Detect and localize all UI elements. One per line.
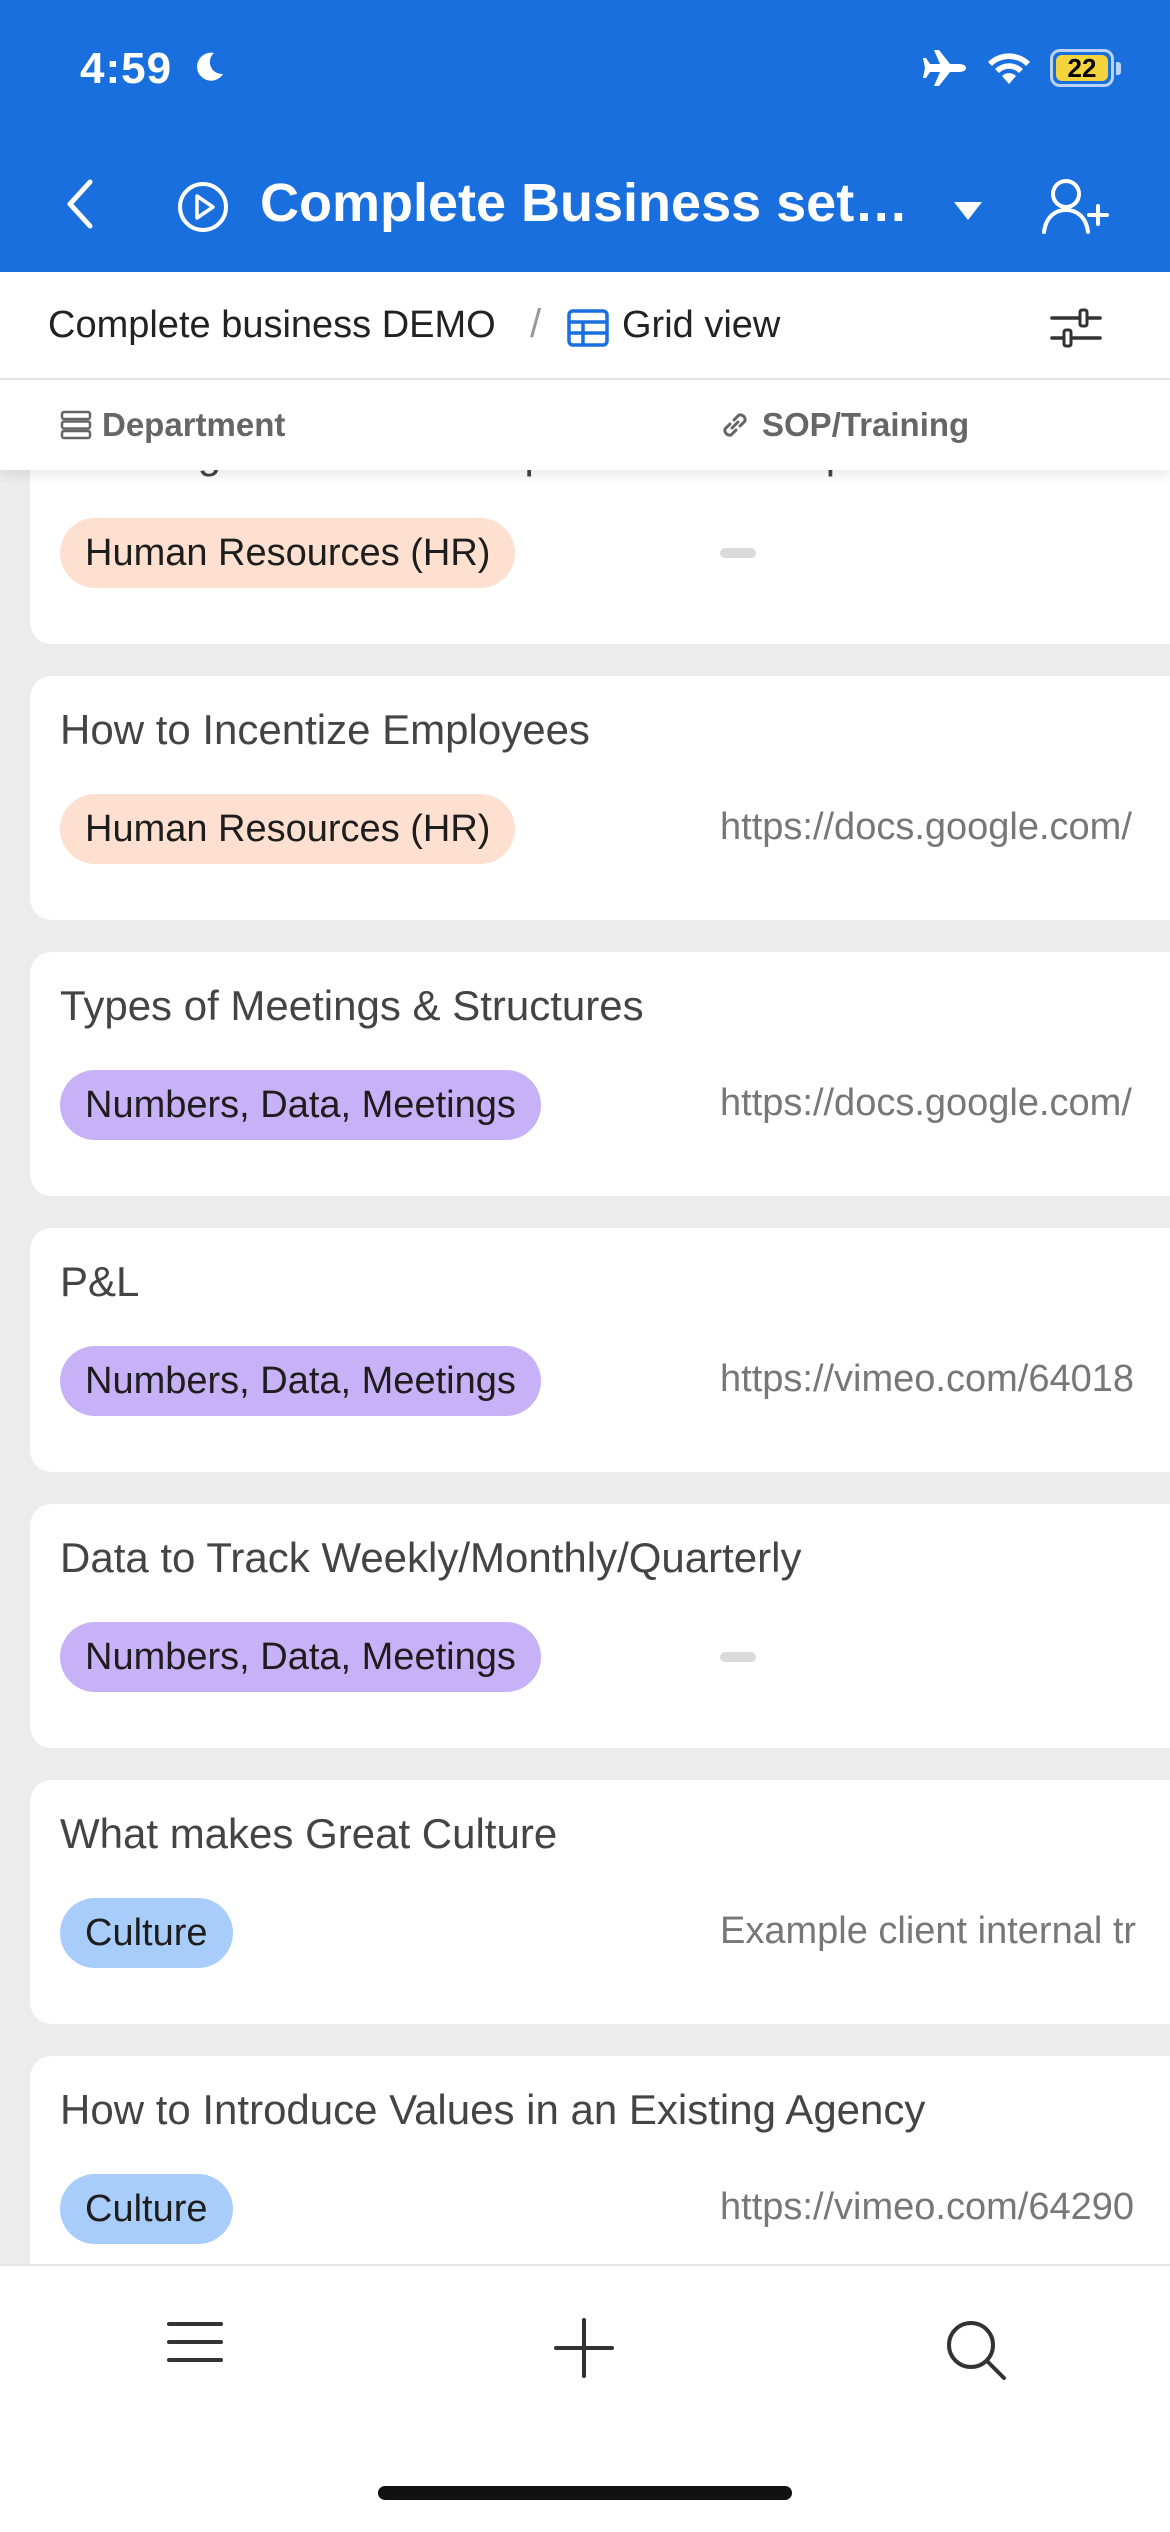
grid-view-icon	[567, 309, 609, 347]
record-title: P&L	[60, 1258, 140, 1305]
record-card[interactable]: How to Incentize Employees Human Resourc…	[30, 676, 1170, 920]
airplane-icon	[923, 50, 966, 86]
department-tag: Numbers, Data, Meetings	[60, 1346, 541, 1416]
list-field-icon	[60, 410, 92, 440]
empty-field-indicator	[720, 1652, 756, 1662]
search-icon[interactable]	[944, 2318, 1008, 2382]
home-indicator	[378, 2486, 792, 2500]
status-icons: 22	[922, 48, 1121, 88]
moon-icon	[197, 52, 223, 81]
wifi-icon	[988, 53, 1030, 84]
column-label-department: Department	[102, 406, 286, 443]
record-card[interactable]: How to Introduce Values in an Existing A…	[30, 2056, 1170, 2264]
play-circle-icon[interactable]	[176, 180, 230, 234]
record-title: How to Incentize Employees	[60, 706, 590, 753]
column-header-sop[interactable]: SOP/Training	[718, 406, 969, 444]
sop-link[interactable]: Example client internal tr	[720, 1910, 1136, 1953]
department-tag: Human Resources (HR)	[60, 518, 516, 588]
record-list: Showing team members potential career pa…	[0, 470, 1170, 2264]
filter-icon[interactable]	[1050, 308, 1102, 348]
record-title: Data to Track Weekly/Monthly/Quarterly	[60, 1534, 802, 1581]
status-time: 4:59	[80, 44, 173, 93]
department-tag: Numbers, Data, Meetings	[60, 1070, 541, 1140]
record-card[interactable]: Data to Track Weekly/Monthly/Quarterly N…	[30, 1504, 1170, 1748]
record-card[interactable]: Showing team members potential career pa…	[30, 470, 1170, 644]
battery-icon: 22	[1050, 49, 1121, 87]
top-bar: 4:59 22 Complete Business setu...	[0, 0, 1170, 272]
record-card[interactable]: P&L Numbers, Data, Meetings https://vime…	[30, 1228, 1170, 1472]
department-tag: Culture	[60, 2174, 233, 2244]
record-title: How to Introduce Values in an Existing A…	[60, 2086, 926, 2133]
breadcrumb-separator: /	[530, 302, 542, 346]
department-tag: Numbers, Data, Meetings	[60, 1622, 541, 1692]
view-selector[interactable]: Grid view	[622, 304, 780, 347]
menu-icon[interactable]	[166, 2318, 224, 2366]
record-card[interactable]: What makes Great Culture Culture Example…	[30, 1780, 1170, 2024]
back-icon[interactable]	[60, 176, 100, 232]
sop-link[interactable]: https://docs.google.com/	[720, 1082, 1132, 1125]
bottom-toolbar	[0, 2264, 1170, 2532]
empty-field-indicator	[720, 548, 756, 558]
record-title: Types of Meetings & Structures	[60, 982, 644, 1029]
base-title[interactable]: Complete Business setu...	[260, 172, 920, 234]
department-tag: Human Resources (HR)	[60, 794, 516, 864]
caret-down-icon[interactable]	[952, 200, 984, 222]
breadcrumb-base[interactable]: Complete business DEMO	[48, 304, 496, 347]
add-user-icon[interactable]	[1040, 176, 1112, 236]
column-label-sop: SOP/Training	[762, 406, 970, 443]
sop-link[interactable]: https://vimeo.com/64290	[720, 2186, 1134, 2229]
record-title: Showing team members potential career pa…	[60, 470, 928, 478]
record-card[interactable]: Types of Meetings & Structures Numbers, …	[30, 952, 1170, 1196]
column-header-row: Department SOP/Training	[0, 380, 1170, 470]
sop-link[interactable]: https://docs.google.com/	[720, 806, 1132, 849]
column-header-department[interactable]: Department	[60, 406, 285, 444]
sop-link[interactable]: https://vimeo.com/64018	[720, 1358, 1134, 1401]
breadcrumb: Complete business DEMO / Grid view	[0, 272, 1170, 380]
link-icon	[723, 413, 747, 437]
department-tag: Culture	[60, 1898, 233, 1968]
record-title: What makes Great Culture	[60, 1810, 558, 1857]
battery-level: 22	[1056, 53, 1108, 83]
plus-icon[interactable]	[552, 2316, 616, 2380]
